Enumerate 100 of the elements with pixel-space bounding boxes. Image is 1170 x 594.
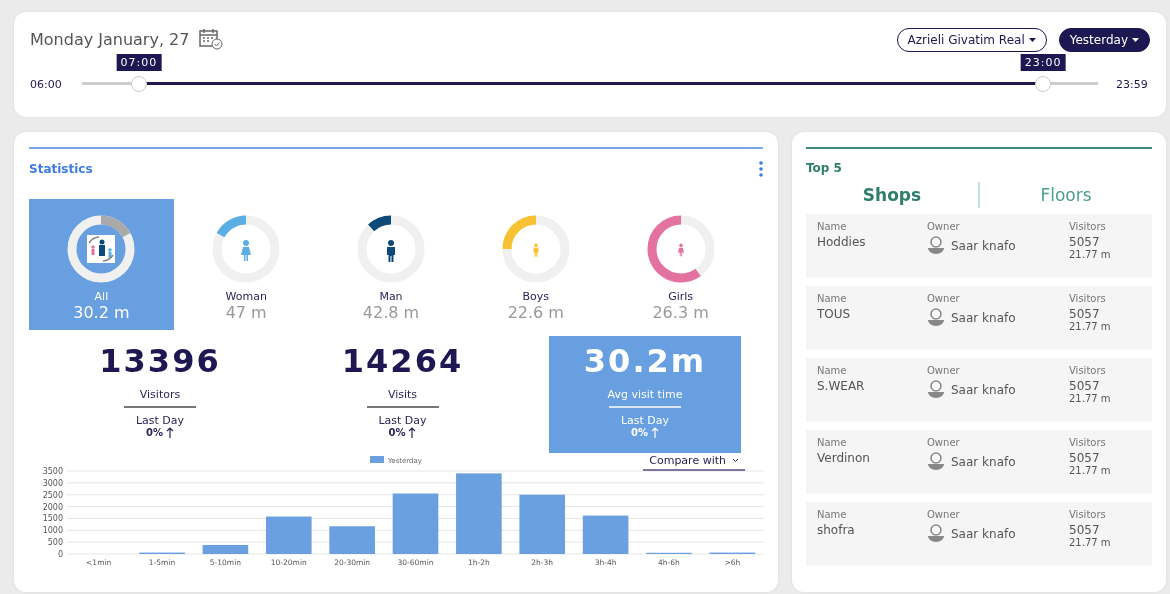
axis-tick-label: 1000 <box>42 526 63 536</box>
segment-tile[interactable]: Girls 26.3 m <box>608 199 753 330</box>
visit-time: 21.77 m <box>1069 249 1112 260</box>
field-label: Visitors <box>1069 365 1107 376</box>
calendar-icon[interactable] <box>199 28 224 50</box>
field-label: Owner <box>927 509 961 520</box>
avatar-icon <box>927 236 945 256</box>
shop-name: S.WEAR <box>817 379 866 393</box>
avatar-icon <box>927 380 945 400</box>
field-label: Name <box>817 221 848 232</box>
owner-name: Saar knafo <box>951 311 1016 325</box>
field-label: Visitors <box>1069 293 1107 304</box>
compare-label: Last Day <box>378 414 427 427</box>
compare-dropdown[interactable]: Compare with <box>643 453 745 471</box>
visit-time: 21.77 m <box>1069 393 1112 404</box>
caret-icon <box>1132 38 1139 42</box>
slider-handle[interactable] <box>130 76 147 92</box>
donut-chart <box>647 215 715 283</box>
slider-handle[interactable] <box>1035 76 1052 92</box>
segment-label: Man <box>379 290 403 303</box>
field-label: Visitors <box>1069 221 1107 232</box>
segment-tile[interactable]: Woman 47 m <box>173 199 319 330</box>
field-label: Name <box>817 437 848 448</box>
owner-name: Saar knafo <box>951 455 1016 469</box>
field-label: Name <box>817 509 848 520</box>
owner-name: Saar knafo <box>951 527 1016 541</box>
avatar-icon <box>927 452 945 472</box>
segment-value: 30.2 m <box>73 303 130 322</box>
visitor-count: 5057 <box>1069 523 1101 537</box>
field-label: Owner <box>927 293 961 304</box>
tab[interactable]: Shops <box>806 184 978 206</box>
shop-row[interactable]: Name S.WEAR Owner Saar knafo Visitors 5057 21.77 m <box>806 358 1152 422</box>
bar <box>202 545 249 554</box>
field-label: Name <box>817 293 848 304</box>
bar <box>392 493 439 554</box>
axis-tick-label: 500 <box>47 538 63 548</box>
shop-name: Verdinon <box>817 451 871 465</box>
axis-tick-label: 3500 <box>42 467 63 476</box>
field-label: Visitors <box>1069 437 1107 448</box>
caret-icon <box>1028 38 1036 42</box>
metric-label: Visits <box>387 388 418 403</box>
segment-label: Girls <box>668 290 694 303</box>
shop-name: TOUS <box>817 307 852 321</box>
slider-max-label: 23:59 <box>1116 77 1149 91</box>
change-value: 0% <box>146 427 163 438</box>
metric-label: Avg visit time <box>607 388 683 403</box>
time-range-slider[interactable] <box>82 76 1098 92</box>
field-label: Owner <box>927 365 961 376</box>
axis-tick-label: 3000 <box>42 478 63 488</box>
handle-tooltip: 07:00 <box>116 54 162 71</box>
axis-tick-label: 2500 <box>42 490 63 500</box>
avatar-icon <box>927 308 945 328</box>
field-label: Visitors <box>1069 509 1107 520</box>
avatar-icon <box>927 524 945 544</box>
change-value: 0% <box>631 427 648 438</box>
shop-row[interactable]: Name shofra Owner Saar knafo Visitors 5057 21.77 m <box>806 502 1152 566</box>
date-title: Monday January, 27 <box>30 29 190 49</box>
man-icon <box>533 243 539 257</box>
location-dropdown[interactable]: Azrieli Givatim Real <box>896 28 1047 52</box>
segment-label: Boys <box>522 290 550 303</box>
segment-tile[interactable]: Man 42.8 m <box>318 199 464 330</box>
owner-name: Saar knafo <box>951 383 1016 397</box>
arrow-up-icon <box>166 427 174 438</box>
metric-value: 13396 <box>99 342 221 380</box>
bar <box>265 516 312 554</box>
axis-tick-label: 2000 <box>42 502 63 512</box>
visit-time: 21.77 m <box>1069 537 1112 548</box>
woman-icon <box>241 240 252 261</box>
chevron-down-icon <box>732 458 739 463</box>
segment-tile[interactable]: Boys 22.6 m <box>463 199 609 330</box>
visitor-count: 5057 <box>1069 379 1101 393</box>
arrow-up-icon <box>651 427 659 438</box>
donut-chart <box>212 215 280 283</box>
visitor-count: 5057 <box>1069 307 1101 321</box>
visitor-count: 5057 <box>1069 235 1101 249</box>
axis-tick-label: 0 <box>57 550 63 559</box>
segment-label: Woman <box>225 290 267 303</box>
handle-tooltip: 23:00 <box>1020 54 1066 71</box>
segment-value: 47 m <box>225 303 267 322</box>
change-value: 0% <box>388 427 406 438</box>
axis-tick-label: 1500 <box>42 514 63 524</box>
shop-row[interactable]: Name TOUS Owner Saar knafo Visitors 5057 21.77 m <box>806 286 1152 350</box>
top5-title: Top 5 <box>806 161 843 175</box>
visit-time: 21.77 m <box>1069 465 1112 476</box>
shop-row[interactable]: Name Hoddies Owner Saar knafo Visitors 5057 21.77 m <box>806 214 1152 278</box>
metric-value: 14264 <box>341 342 464 380</box>
field-label: Owner <box>927 221 961 232</box>
man-icon <box>387 240 395 262</box>
metric-label: Visitors <box>139 388 181 403</box>
visit-time: 21.77 m <box>1069 321 1112 332</box>
period-dropdown[interactable]: Yesterday <box>1058 28 1150 52</box>
segment-value: 22.6 m <box>507 303 564 322</box>
segment-value: 42.8 m <box>362 303 420 322</box>
more-options-icon[interactable] <box>759 161 763 177</box>
statistics-title: Statistics <box>29 162 93 176</box>
group-icon <box>87 235 116 263</box>
shop-row[interactable]: Name Verdinon Owner Saar knafo Visitors 5057 21.77 m <box>806 430 1152 494</box>
field-label: Name <box>817 365 848 376</box>
shop-name: shofra <box>817 523 856 537</box>
arrow-up-icon <box>408 427 417 438</box>
